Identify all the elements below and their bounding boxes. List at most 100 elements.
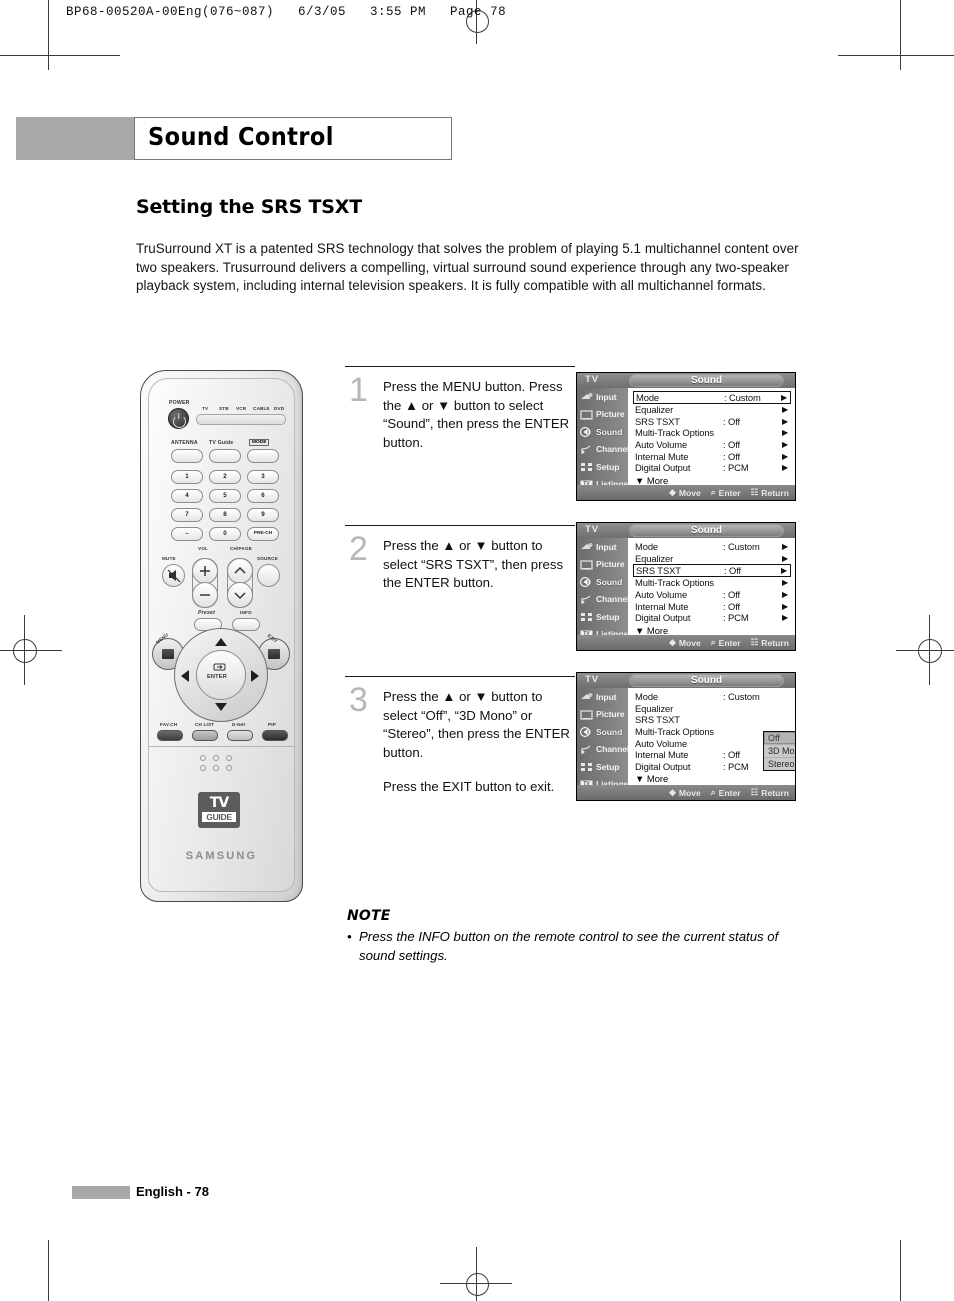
osd-row-label: Digital Output [635, 462, 691, 474]
osd-row-internal-mute[interactable]: Internal Mute: Off ▶ [635, 600, 791, 612]
key-7[interactable]: 7 [171, 508, 203, 522]
dropdown-option-stereo[interactable]: Stereo [764, 758, 795, 770]
osd-row-equalizer[interactable]: Equalizer ▶ [635, 404, 791, 416]
osd-more-row[interactable]: ▼ More [635, 624, 791, 636]
favch-button[interactable] [157, 730, 183, 741]
enter-key-glyph-icon [213, 663, 226, 671]
osd-footer-label: Return [761, 487, 789, 498]
osd-sidebar-label: Setup [596, 761, 620, 772]
osd-row-equalizer[interactable]: Equalizer [635, 703, 791, 715]
tv-guide-button[interactable] [209, 449, 241, 463]
osd-row-mode[interactable]: Mode: Custom ▶ [635, 541, 791, 553]
vol-label: VOL [198, 546, 209, 551]
key-1[interactable]: 1 [171, 470, 203, 484]
osd-more-row[interactable]: ▼ More [635, 474, 791, 486]
chevron-right-icon: ▶ [781, 451, 789, 461]
osd-sidebar-item-channel[interactable]: Channel [577, 441, 629, 459]
osd-row-multi-track-options[interactable]: Multi-Track Options ▶ [635, 577, 791, 589]
source-button[interactable] [257, 564, 280, 587]
osd-row-internal-mute[interactable]: Internal Mute: Off ▶ [635, 450, 791, 462]
osd-sidebar-item-setup[interactable]: Setup [577, 758, 628, 776]
key-4[interactable]: 4 [171, 489, 203, 503]
osd-footer-bar: ◆ Move ⌕ Enter ☷ Return [577, 485, 795, 500]
osd-sidebar-item-channel[interactable]: Channel [577, 741, 629, 759]
channel-up-button[interactable] [227, 558, 253, 584]
osd-sidebar-item-picture[interactable]: Picture [577, 556, 628, 574]
osd-row-label: Internal Mute [635, 600, 689, 612]
crop-mark-top-left-v [48, 0, 49, 70]
enter-key-icon: ⌕ [710, 487, 716, 497]
mute-button[interactable] [162, 564, 185, 587]
key-pre-ch[interactable]: PRE-CH [247, 527, 279, 541]
osd-row-digital-output[interactable]: Digital Output: PCM ▶ [635, 462, 791, 474]
osd-row-value: : Custom [723, 691, 760, 703]
osd-footer-bar: ◆ Move ⌕ Enter ☷ Return [577, 785, 795, 800]
dnet-button[interactable] [227, 730, 253, 741]
osd-sidebar-item-picture[interactable]: Picture [577, 706, 628, 724]
osd-sidebar-item-setup[interactable]: Setup [577, 608, 628, 626]
osd-sidebar-label: Sound [596, 426, 623, 437]
osd-row-equalizer[interactable]: Equalizer ▶ [635, 553, 791, 565]
mode-button[interactable] [247, 449, 279, 463]
osd-sidebar-item-sound[interactable]: Sound [577, 723, 628, 741]
input-icon [579, 690, 594, 703]
osd-sidebar-item-input[interactable]: Input [577, 688, 628, 706]
key-5[interactable]: 5 [209, 489, 241, 503]
osd-row-mode[interactable]: Mode : Custom [635, 691, 791, 703]
step-number: 3 [349, 681, 368, 719]
osd-sidebar-label: Setup [596, 461, 620, 472]
key-2[interactable]: 2 [209, 470, 241, 484]
osd-row-auto-volume[interactable]: Auto Volume: Off ▶ [635, 589, 791, 601]
osd-row-label: Mode [635, 691, 659, 703]
osd-sidebar-item-picture[interactable]: Picture [577, 406, 628, 424]
srs-tsxt-dropdown[interactable]: Off 3D Mono Stereo [763, 731, 795, 771]
device-label-tv: TV [202, 406, 209, 411]
osd-sidebar-item-sound[interactable]: Sound [577, 423, 628, 441]
osd-footer-label: Enter [718, 487, 741, 498]
key-3[interactable]: 3 [247, 470, 279, 484]
mute-label: MUTE [162, 556, 176, 561]
osd-row-srs-tsxt[interactable]: SRS TSXT: Off ▶ [633, 564, 791, 578]
power-button[interactable] [168, 408, 189, 429]
osd-sidebar-item-channel[interactable]: Channel [577, 591, 629, 609]
input-icon [579, 540, 594, 553]
osd-sidebar-item-input[interactable]: Input [577, 388, 628, 406]
osd-tv-label: TV [585, 674, 600, 685]
chlist-button[interactable] [192, 730, 218, 741]
antenna-button[interactable] [171, 449, 203, 463]
osd-row-multi-track-options[interactable]: Multi-Track Options ▶ [635, 427, 791, 439]
device-label-vcr: VCR [236, 406, 247, 411]
osd-row-label: Auto Volume [635, 737, 688, 749]
osd-sidebar-item-input[interactable]: Input [577, 538, 628, 556]
step-item: 1 Press the MENU button. Press the ▲ or … [345, 366, 575, 525]
key-6[interactable]: 6 [247, 489, 279, 503]
volume-down-button[interactable] [192, 582, 218, 608]
osd-row-srs-tsxt[interactable]: SRS TSXT: Off ▶ [635, 416, 791, 428]
chevron-right-icon: ▶ [781, 463, 789, 473]
osd-row-label: SRS TSXT [635, 714, 680, 726]
dropdown-option-3d-mono[interactable]: 3D Mono [764, 745, 795, 758]
crop-mark-bottom-left-v [48, 1240, 49, 1301]
osd-row-auto-volume[interactable]: Auto Volume: Off ▶ [635, 439, 791, 451]
dropdown-option-off[interactable]: Off [764, 732, 795, 745]
osd-sidebar-item-setup[interactable]: Setup [577, 458, 628, 476]
device-selector-strip[interactable] [196, 414, 286, 425]
key-8[interactable]: 8 [209, 508, 241, 522]
info-button[interactable] [232, 618, 260, 631]
volume-up-button[interactable] [192, 558, 218, 584]
pip-button[interactable] [262, 730, 288, 741]
key-0[interactable]: 0 [209, 527, 241, 541]
key-9[interactable]: 9 [247, 508, 279, 522]
osd-more-row[interactable]: ▼ More [635, 772, 791, 784]
osd-sidebar-item-sound[interactable]: Sound [577, 573, 628, 591]
osd-footer-move: ◆ Move [669, 637, 701, 648]
osd-content: Mode: Custom Equalizer SRS TSXT Multi-Tr… [628, 688, 795, 785]
mute-icon [167, 569, 181, 583]
channel-down-button[interactable] [227, 582, 253, 608]
key-dash[interactable]: – [171, 527, 203, 541]
crop-circle-left [13, 639, 37, 663]
osd-row-srs-tsxt[interactable]: SRS TSXT [635, 714, 791, 726]
osd-row-mode[interactable]: Mode: Custom ▶ [633, 391, 791, 404]
osd-footer-bar: ◆ Move ⌕ Enter ☷ Return [577, 635, 795, 650]
osd-row-digital-output[interactable]: Digital Output: PCM ▶ [635, 612, 791, 624]
